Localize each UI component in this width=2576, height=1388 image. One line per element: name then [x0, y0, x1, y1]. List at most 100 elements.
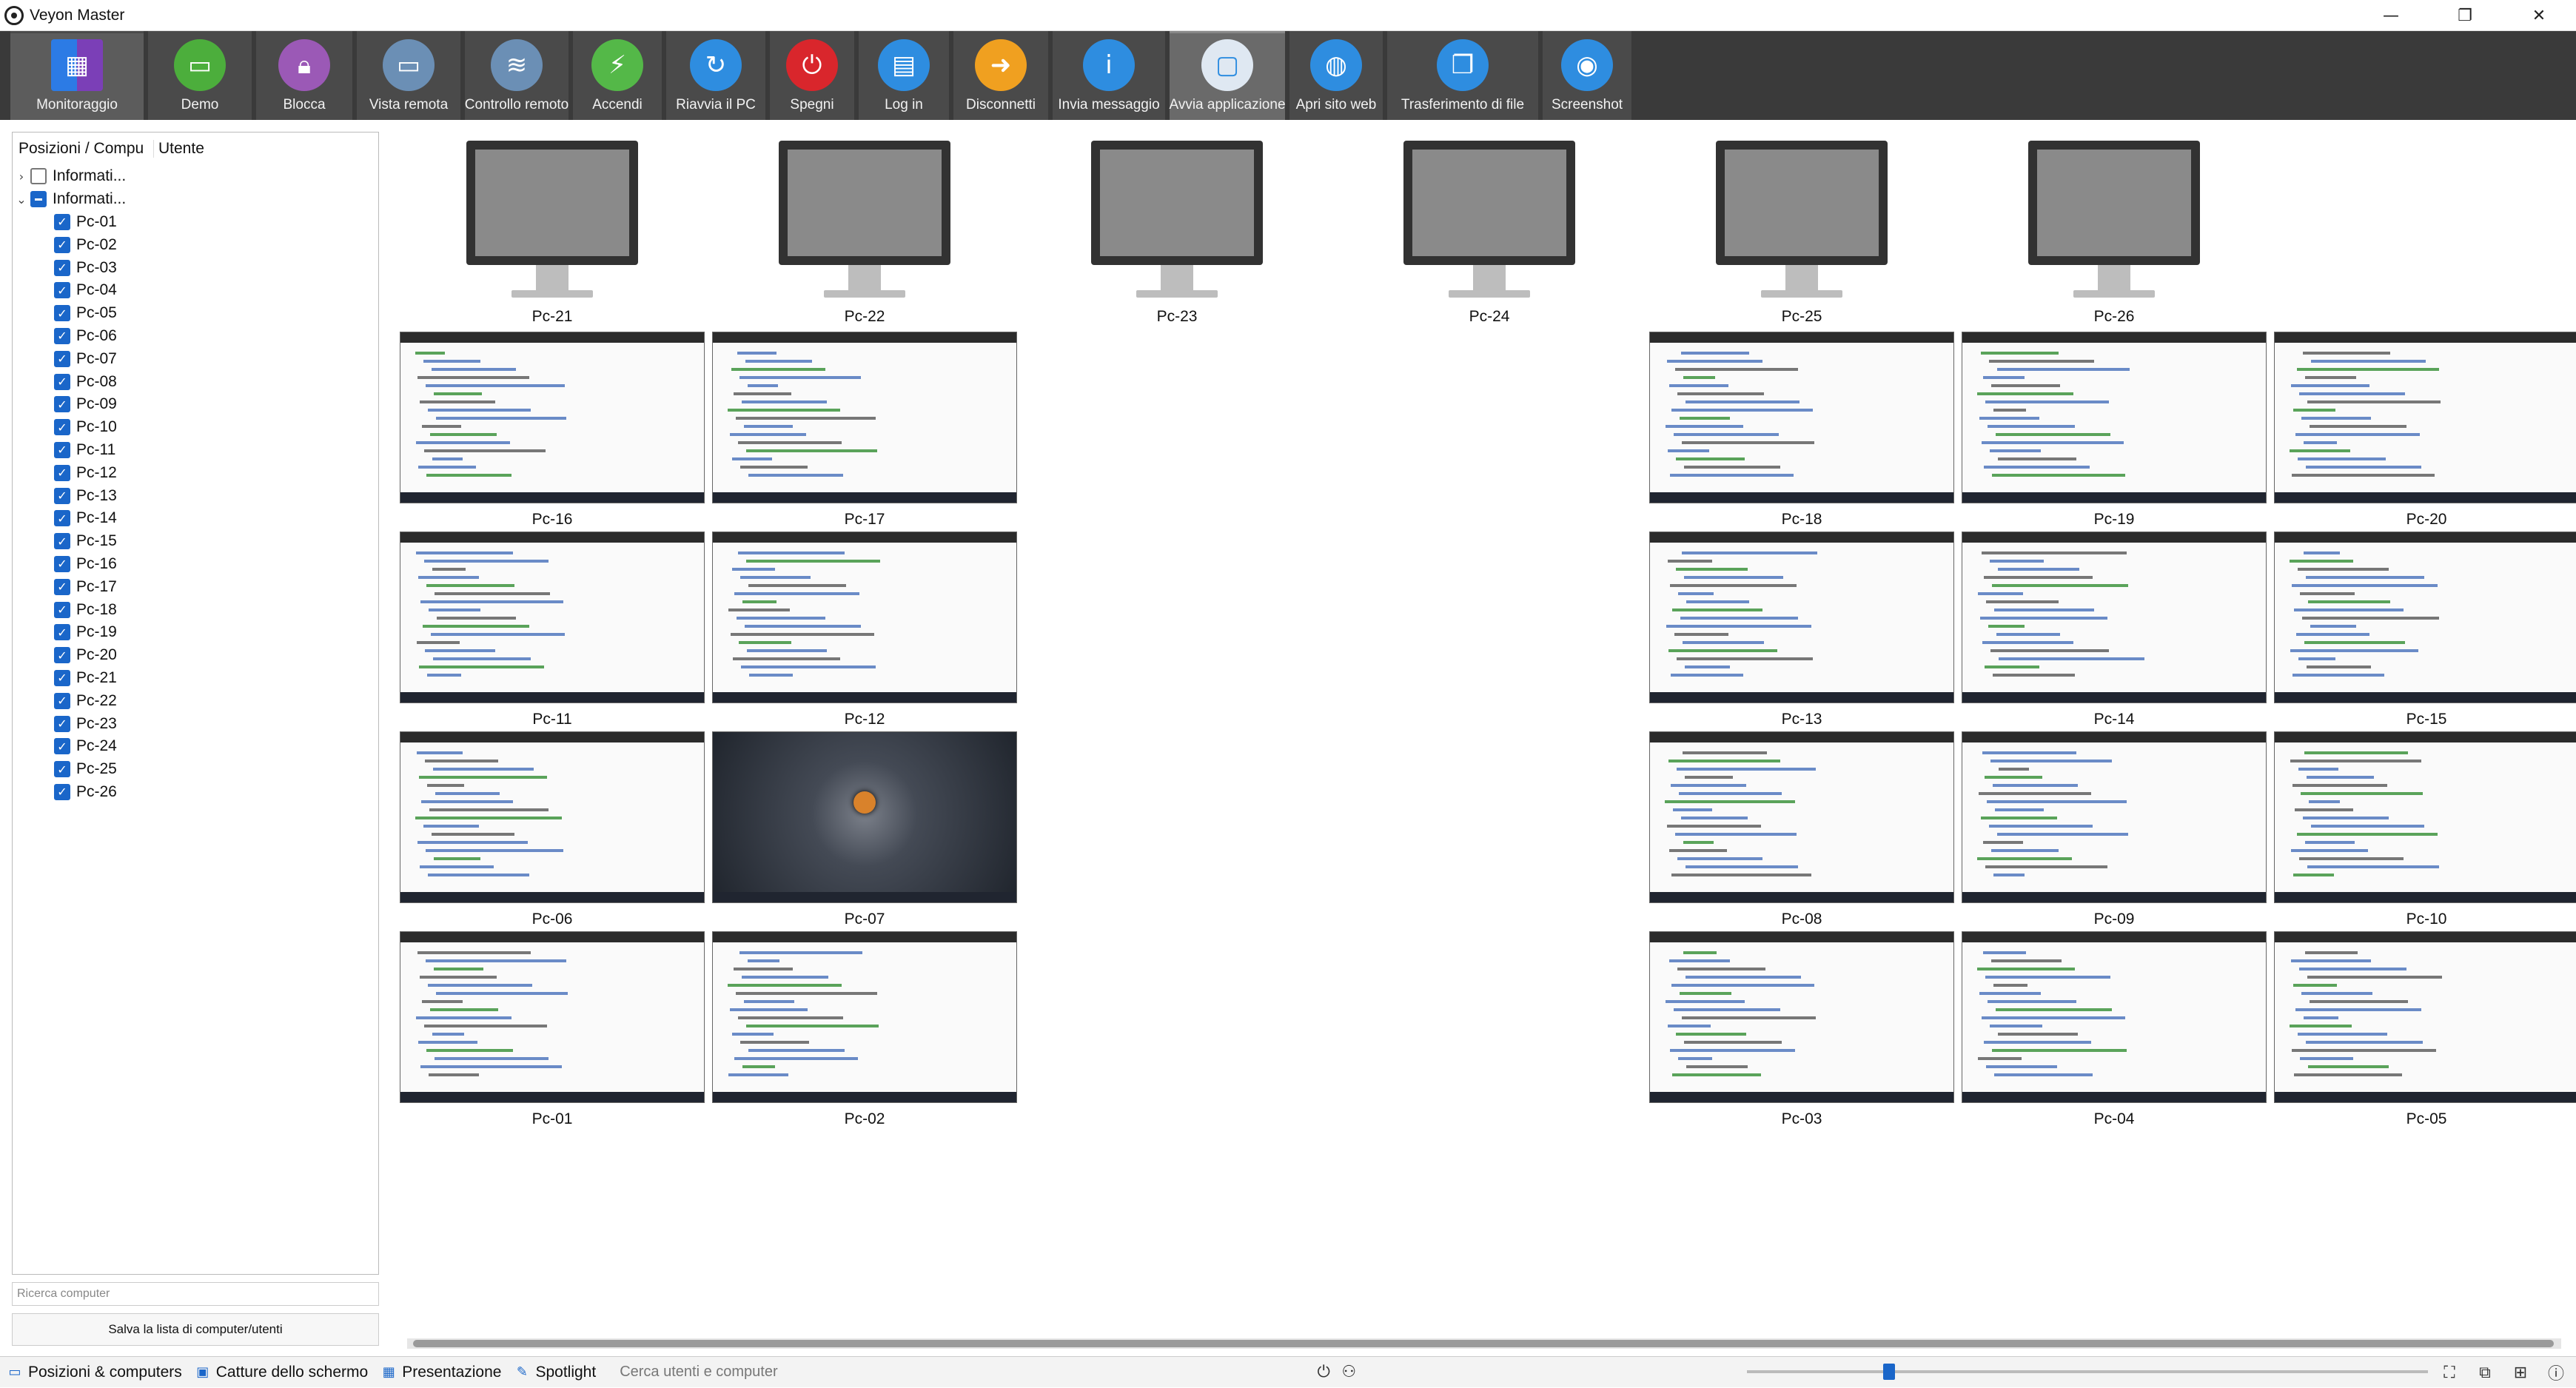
- computer-checkbox[interactable]: ✓: [54, 761, 70, 778]
- group-checkbox[interactable]: [30, 191, 47, 208]
- toolbar-button-trasferimento-di-file[interactable]: ❐ Trasferimento di file: [1387, 31, 1538, 120]
- computer-tile[interactable]: Pc-19: [1962, 332, 2267, 530]
- auto-adjust-icon[interactable]: ⧉: [2472, 1360, 2498, 1385]
- computer-tile[interactable]: Pc-20: [2274, 332, 2576, 530]
- computer-checkbox[interactable]: ✓: [54, 305, 70, 322]
- computer-tile[interactable]: Pc-05: [2274, 931, 2576, 1130]
- tree-computer-row[interactable]: ✓ Pc-04: [13, 279, 378, 302]
- toolbar-button-screenshot[interactable]: ◉ Screenshot: [1543, 31, 1631, 120]
- computer-tile-offline[interactable]: Pc-21: [400, 141, 705, 326]
- tree-computer-row[interactable]: ✓ Pc-24: [13, 735, 378, 758]
- group-checkbox[interactable]: [30, 168, 47, 185]
- tree-group-row[interactable]: ⌄ Informati...: [13, 188, 378, 211]
- computer-checkbox[interactable]: ✓: [54, 647, 70, 664]
- computer-checkbox[interactable]: ✓: [54, 555, 70, 572]
- computer-tile-offline[interactable]: Pc-25: [1649, 141, 1954, 326]
- computer-tile[interactable]: Pc-13: [1649, 532, 1954, 730]
- tree-computer-row[interactable]: ✓ Pc-02: [13, 233, 378, 256]
- zoom-slider-handle[interactable]: [1883, 1364, 1895, 1380]
- computer-checkbox[interactable]: ✓: [54, 783, 70, 800]
- tree-computer-row[interactable]: ✓ Pc-09: [13, 393, 378, 416]
- computer-tile[interactable]: Pc-18: [1649, 332, 1954, 530]
- chevron-down-icon[interactable]: ⌄: [13, 192, 30, 207]
- computer-tile[interactable]: Pc-02: [712, 931, 1017, 1130]
- tree-computer-row[interactable]: ✓ Pc-08: [13, 370, 378, 393]
- tree-computer-row[interactable]: ✓ Pc-18: [13, 598, 378, 621]
- tab-spotlight[interactable]: ✎ Spotlight: [507, 1357, 602, 1388]
- computer-checkbox[interactable]: ✓: [54, 601, 70, 618]
- computer-tile[interactable]: Pc-14: [1962, 532, 2267, 730]
- tree-computer-row[interactable]: ✓ Pc-25: [13, 758, 378, 781]
- computer-checkbox[interactable]: ✓: [54, 578, 70, 595]
- grid-view-icon[interactable]: ⊞: [2508, 1360, 2533, 1385]
- toolbar-button-riavvia-il-pc[interactable]: ↻ Riavvia il PC: [666, 31, 765, 120]
- toolbar-button-demo[interactable]: ▭ Demo: [148, 31, 252, 120]
- toolbar-button-avvia-applicazione[interactable]: ▢ Avvia applicazione: [1169, 31, 1286, 120]
- tree-computer-row[interactable]: ✓ Pc-20: [13, 644, 378, 667]
- computer-tile[interactable]: Pc-10: [2274, 731, 2576, 930]
- computer-tile-offline[interactable]: Pc-24: [1337, 141, 1642, 326]
- tree-computer-row[interactable]: ✓ Pc-13: [13, 484, 378, 507]
- search-computer-input[interactable]: Ricerca computer: [12, 1282, 379, 1306]
- tree-computer-row[interactable]: ✓ Pc-17: [13, 575, 378, 598]
- fit-window-icon[interactable]: ⛶: [2437, 1360, 2462, 1385]
- computer-checkbox[interactable]: ✓: [54, 236, 70, 253]
- toolbar-button-log-in[interactable]: ▤ Log in: [859, 31, 949, 120]
- computer-checkbox[interactable]: ✓: [54, 624, 70, 641]
- tree-computer-row[interactable]: ✓ Pc-15: [13, 530, 378, 553]
- computer-tile[interactable]: Pc-09: [1962, 731, 2267, 930]
- tree-computer-row[interactable]: ✓ Pc-06: [13, 325, 378, 348]
- user-filter-icon[interactable]: ⚇: [1336, 1360, 1361, 1385]
- tree-computer-row[interactable]: ✓ Pc-26: [13, 781, 378, 804]
- computer-tile-offline[interactable]: Pc-26: [1962, 141, 2267, 326]
- computer-tile[interactable]: Pc-04: [1962, 931, 2267, 1130]
- computer-tile[interactable]: Pc-12: [712, 532, 1017, 730]
- computer-checkbox[interactable]: ✓: [54, 282, 70, 299]
- computer-checkbox[interactable]: ✓: [54, 533, 70, 550]
- tab-locations-computers[interactable]: ▭ Posizioni & computers: [0, 1357, 188, 1388]
- computer-tile[interactable]: Pc-01: [400, 931, 705, 1130]
- computer-checkbox[interactable]: ✓: [54, 510, 70, 527]
- toolbar-button-invia-messaggio[interactable]: i Invia messaggio: [1053, 31, 1165, 120]
- toolbar-button-spegni[interactable]: ⏻ Spegni: [770, 31, 854, 120]
- computer-checkbox[interactable]: ✓: [54, 487, 70, 504]
- computer-tile-offline[interactable]: Pc-22: [712, 141, 1017, 326]
- computer-tile[interactable]: Pc-06: [400, 731, 705, 930]
- computer-checkbox[interactable]: ✓: [54, 441, 70, 458]
- tree-computer-row[interactable]: ✓ Pc-01: [13, 211, 378, 234]
- tree-computer-row[interactable]: ✓ Pc-03: [13, 256, 378, 279]
- computer-checkbox[interactable]: ✓: [54, 715, 70, 732]
- computer-tile[interactable]: Pc-15: [2274, 532, 2576, 730]
- tree-group-row[interactable]: › Informati...: [13, 165, 378, 188]
- computer-checkbox[interactable]: ✓: [54, 464, 70, 481]
- computer-tile[interactable]: Pc-07: [712, 731, 1017, 930]
- computer-checkbox[interactable]: ✓: [54, 327, 70, 344]
- toolbar-button-blocca[interactable]: 🔒︎ Blocca: [256, 31, 352, 120]
- computer-checkbox[interactable]: ✓: [54, 350, 70, 367]
- column-locations[interactable]: Posizioni / Compu: [13, 140, 153, 158]
- maximize-button[interactable]: ❐: [2428, 0, 2502, 31]
- computer-tile[interactable]: Pc-11: [400, 532, 705, 730]
- toolbar-button-monitoraggio[interactable]: ▦ Monitoraggio: [10, 31, 144, 120]
- chevron-right-icon[interactable]: ›: [13, 170, 30, 184]
- minimize-button[interactable]: —: [2354, 0, 2428, 31]
- search-users-computers-input[interactable]: Cerca utenti e computer: [615, 1361, 1311, 1384]
- tree-computer-row[interactable]: ✓ Pc-12: [13, 461, 378, 484]
- toolbar-button-controllo-remoto[interactable]: ≋ Controllo remoto: [465, 31, 568, 120]
- scrollbar-thumb[interactable]: [413, 1340, 2554, 1347]
- computer-tile[interactable]: Pc-08: [1649, 731, 1954, 930]
- power-filter-icon[interactable]: ⏻: [1311, 1360, 1336, 1385]
- tree-computer-row[interactable]: ✓ Pc-21: [13, 667, 378, 690]
- save-computer-list-button[interactable]: Salva la lista di computer/utenti: [12, 1313, 379, 1346]
- computer-checkbox[interactable]: ✓: [54, 396, 70, 413]
- column-user[interactable]: Utente: [153, 140, 204, 158]
- computer-tile[interactable]: Pc-17: [712, 332, 1017, 530]
- toolbar-button-vista-remota[interactable]: ▭ Vista remota: [357, 31, 460, 120]
- computer-tile[interactable]: Pc-16: [400, 332, 705, 530]
- computer-checkbox[interactable]: ✓: [54, 692, 70, 709]
- tree-computer-row[interactable]: ✓ Pc-22: [13, 689, 378, 712]
- close-button[interactable]: ✕: [2502, 0, 2576, 31]
- computer-checkbox[interactable]: ✓: [54, 419, 70, 436]
- tab-presentation[interactable]: ▦ Presentazione: [374, 1357, 507, 1388]
- tree-computer-row[interactable]: ✓ Pc-19: [13, 621, 378, 644]
